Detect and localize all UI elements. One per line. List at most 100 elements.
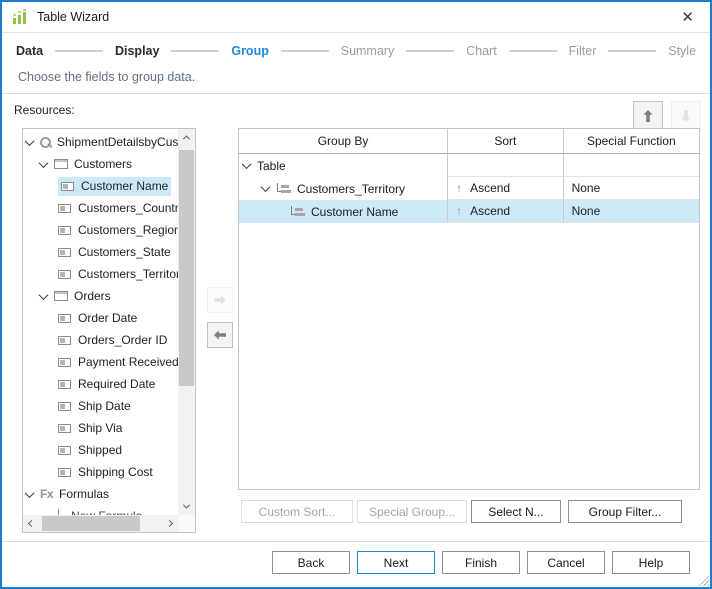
tree-item-query[interactable]: ShipmentDetailsbyCustom	[23, 131, 178, 153]
step-connector	[508, 50, 557, 52]
field-icon	[58, 269, 71, 279]
tree-item-orders[interactable]: Orders	[23, 285, 178, 307]
tree-item-label: Customer Name	[81, 179, 169, 193]
chevron-down-icon[interactable]	[24, 487, 35, 498]
step-chart[interactable]: Chart	[466, 44, 497, 58]
chevron-down-icon	[182, 501, 191, 509]
finish-button[interactable]: Finish	[442, 551, 520, 574]
tree-item-label: Customers_Region	[78, 223, 178, 237]
scroll-right-button[interactable]	[161, 515, 178, 532]
field-icon	[58, 357, 71, 367]
wizard-subtitle: Choose the fields to group data.	[18, 70, 196, 84]
field-icon	[58, 247, 71, 257]
tree-item-orders-order-id[interactable]: Orders_Order ID	[23, 329, 178, 351]
tree-item-required-date[interactable]: Required Date	[23, 373, 178, 395]
horizontal-scrollbar[interactable]	[23, 515, 178, 532]
column-header-group-by: Group By	[239, 129, 448, 154]
sort-value: Ascend	[470, 181, 511, 195]
step-connector	[171, 50, 220, 52]
custom-sort-button[interactable]: Custom Sort...	[241, 500, 353, 523]
close-button[interactable]: ✕	[675, 8, 700, 27]
group-row-table[interactable]: Table	[239, 154, 699, 177]
group-filter-button[interactable]: Group Filter...	[568, 500, 682, 523]
tree-item-customer-name[interactable]: Customer Name	[23, 175, 178, 197]
field-icon	[58, 445, 71, 455]
move-right-button[interactable]	[207, 287, 233, 313]
special-function-cell[interactable]: None	[562, 177, 699, 200]
step-data[interactable]: Data	[16, 44, 43, 58]
scroll-up-button[interactable]	[178, 129, 195, 146]
cancel-button[interactable]: Cancel	[527, 551, 605, 574]
field-icon	[58, 379, 71, 389]
group-by-label: Customer Name	[311, 204, 399, 219]
move-down-button[interactable]	[671, 101, 701, 131]
tree-item-customers-region[interactable]: Customers_Region	[23, 219, 178, 241]
table-icon	[54, 159, 68, 169]
sort-cell[interactable]: ↑ Ascend	[447, 177, 563, 200]
chevron-down-icon[interactable]	[38, 289, 49, 300]
tree-item-new-formula[interactable]: New Formula...	[23, 505, 178, 515]
tree-item-shipped[interactable]: Shipped	[23, 439, 178, 461]
scroll-down-button[interactable]	[178, 498, 195, 515]
tree-item-label: Customers	[74, 157, 133, 171]
next-button[interactable]: Next	[357, 551, 435, 574]
tree-item-customers-state[interactable]: Customers_State	[23, 241, 178, 263]
chevron-down-icon[interactable]	[241, 159, 252, 170]
column-header-sort: Sort	[447, 129, 563, 154]
select-n-button[interactable]: Select N...	[471, 500, 561, 523]
help-button[interactable]: Help	[612, 551, 690, 574]
horizontal-scrollbar-thumb[interactable]	[42, 516, 140, 531]
back-button[interactable]: Back	[272, 551, 350, 574]
selected-highlight: Customer Name	[58, 176, 172, 196]
chevron-down-icon[interactable]	[24, 135, 35, 146]
chevron-down-icon[interactable]	[260, 182, 271, 193]
vertical-scrollbar-thumb[interactable]	[179, 150, 194, 386]
chevron-right-icon	[165, 519, 174, 528]
step-summary[interactable]: Summary	[341, 44, 394, 58]
tree-item-payment-received[interactable]: Payment Received	[23, 351, 178, 373]
tree-item-formulas[interactable]: Fx Formulas	[23, 483, 178, 505]
resize-grip[interactable]	[696, 573, 709, 586]
tree-item-ship-via[interactable]: Ship Via	[23, 417, 178, 439]
chevron-down-icon[interactable]	[38, 157, 49, 168]
sort-cell[interactable]: ↑ Ascend	[447, 200, 563, 223]
tree-item-customers-territory[interactable]: Customers_Territory	[23, 263, 178, 285]
field-icon	[58, 313, 71, 323]
step-style[interactable]: Style	[668, 44, 696, 58]
step-group[interactable]: Group	[231, 44, 269, 58]
tree-item-shipping-cost[interactable]: Shipping Cost	[23, 461, 178, 483]
special-function-cell[interactable]	[562, 154, 699, 177]
tree-item-ship-date[interactable]: Ship Date	[23, 395, 178, 417]
tree-item-label: Ship Via	[78, 421, 123, 435]
step-filter[interactable]: Filter	[569, 44, 597, 58]
window-title: Table Wizard	[37, 10, 110, 24]
field-icon	[58, 335, 71, 345]
move-left-button[interactable]	[207, 322, 233, 348]
title-bar: Table Wizard ✕	[2, 2, 710, 33]
table-wizard-dialog: Table Wizard ✕ Data Display Group Summar…	[0, 0, 712, 589]
vertical-scrollbar[interactable]	[178, 129, 195, 515]
tree-item-customers-country[interactable]: Customers_Country	[23, 197, 178, 219]
group-icon	[276, 182, 291, 195]
group-icon	[290, 205, 305, 218]
move-up-button[interactable]	[633, 101, 663, 131]
arrow-right-icon	[214, 295, 226, 305]
field-icon	[58, 203, 71, 213]
tree-item-label: Orders	[74, 289, 111, 303]
field-icon	[58, 467, 71, 477]
tree-item-label: Payment Received	[78, 355, 178, 369]
step-display[interactable]: Display	[115, 44, 159, 58]
table-icon	[54, 291, 68, 301]
group-table-header: Group By Sort Special Function	[239, 129, 699, 154]
special-function-cell[interactable]: None	[562, 200, 699, 223]
tree-item-label: Customers_State	[78, 245, 171, 259]
group-row-customer-name[interactable]: Customer Name ↑ Ascend None	[239, 200, 699, 223]
arrow-up-icon	[643, 110, 653, 122]
scroll-left-button[interactable]	[23, 515, 40, 532]
sort-cell[interactable]	[447, 154, 563, 177]
group-table: Group By Sort Special Function Table Cus…	[238, 128, 700, 490]
special-group-button[interactable]: Special Group...	[357, 500, 467, 523]
tree-item-customers[interactable]: Customers	[23, 153, 178, 175]
group-row-customers-territory[interactable]: Customers_Territory ↑ Ascend None	[239, 177, 699, 200]
tree-item-order-date[interactable]: Order Date	[23, 307, 178, 329]
